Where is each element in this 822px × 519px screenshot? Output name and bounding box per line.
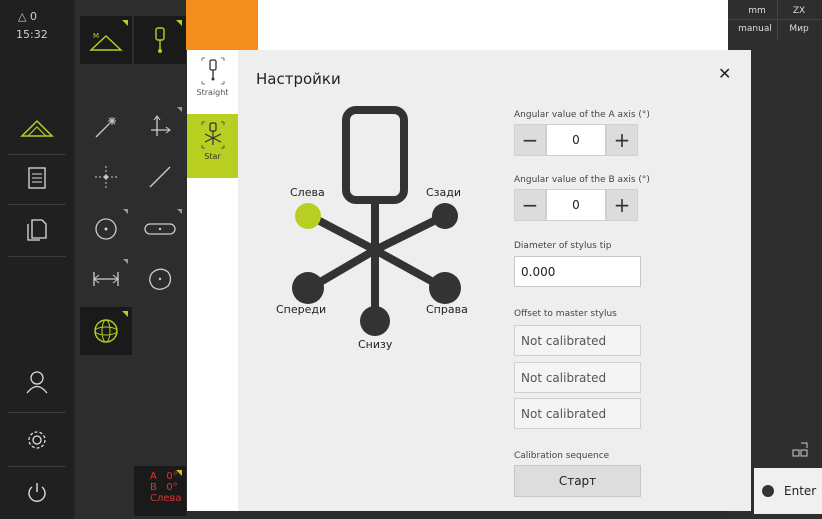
copy-icon[interactable] — [17, 210, 57, 250]
user-icon[interactable] — [17, 362, 57, 402]
angle-a-label: Angular value of the A axis (°) — [514, 110, 650, 120]
label-right: Справа — [426, 303, 468, 316]
start-button[interactable]: Старт — [514, 465, 641, 497]
plus-circle-icon — [762, 485, 774, 497]
measure-icon[interactable] — [17, 108, 57, 148]
stylus-tip-front[interactable] — [292, 272, 324, 304]
circle-tool[interactable] — [80, 205, 132, 253]
layout-toggle-icon[interactable] — [780, 436, 820, 464]
stylus-tip-left[interactable] — [295, 203, 321, 229]
line-tool[interactable] — [134, 153, 186, 201]
label-bottom: Снизу — [358, 338, 393, 351]
tab-straight[interactable]: Straight — [187, 50, 238, 114]
star-stylus-diagram — [292, 106, 461, 336]
blob-tool[interactable] — [134, 255, 186, 303]
label-front: Спереди — [276, 303, 327, 316]
enter-button[interactable]: Enter — [754, 468, 822, 514]
workspace-header — [258, 0, 728, 50]
delta-icon: △ — [18, 10, 27, 23]
angle-b-value[interactable]: 0 — [546, 189, 606, 221]
settings-dialog: Настройки ✕ Слева Сзади Спереди Справа С… — [238, 50, 751, 511]
angle-b-increment[interactable]: + — [606, 189, 638, 221]
sparkle-tool[interactable] — [80, 103, 132, 151]
tab-star[interactable]: Star — [187, 114, 238, 178]
calibration-label: Calibration sequence — [514, 451, 610, 461]
workspace-header-accent — [186, 0, 258, 50]
plane-label[interactable]: ZX — [780, 6, 818, 16]
delta-readout: △ 0 — [18, 10, 37, 23]
clock: 15:32 — [16, 28, 48, 41]
stylus-status[interactable]: A 0° B 0° Слева — [134, 466, 186, 516]
settings-icon[interactable] — [17, 420, 57, 460]
angle-b-decrement[interactable]: − — [514, 189, 546, 221]
svg-text:M: M — [93, 32, 99, 40]
diameter-input[interactable]: 0.000 — [514, 256, 641, 287]
slot-tool[interactable] — [134, 205, 186, 253]
diameter-label: Diameter of stylus tip — [514, 241, 612, 251]
offset-y-field: Not calibrated — [514, 362, 641, 393]
angle-a-increment[interactable]: + — [606, 124, 638, 156]
tool-palette: M A 0° B 0° Слева — [76, 0, 186, 519]
auto-measure-tool[interactable]: M — [80, 16, 132, 64]
stylus-tip-bottom[interactable] — [360, 306, 390, 336]
stylus-tip-back[interactable] — [432, 203, 458, 229]
stylus-type-tabs: Straight Star — [187, 50, 238, 511]
label-back: Сзади — [426, 186, 462, 199]
distance-tool[interactable] — [80, 255, 132, 303]
point-tool[interactable] — [80, 153, 132, 201]
angle-b-label: Angular value of the B axis (°) — [514, 175, 650, 185]
sphere-tool[interactable] — [80, 307, 132, 355]
angle-a-decrement[interactable]: − — [514, 124, 546, 156]
offset-x-field: Not calibrated — [514, 325, 641, 356]
document-icon[interactable] — [17, 158, 57, 198]
probe-tool[interactable] — [134, 16, 186, 64]
label-left: Слева — [290, 186, 325, 199]
angle-a-stepper: − 0 + — [514, 124, 638, 156]
angle-b-stepper: − 0 + — [514, 189, 638, 221]
angle-mode[interactable]: manual — [734, 24, 776, 34]
unit-length[interactable]: mm — [740, 6, 774, 16]
axis-tool[interactable] — [134, 103, 186, 151]
coord-system[interactable]: Мир — [780, 24, 818, 34]
angle-a-value[interactable]: 0 — [546, 124, 606, 156]
close-icon[interactable]: ✕ — [718, 64, 731, 83]
stylus-tip-right[interactable] — [429, 272, 461, 304]
power-icon[interactable] — [17, 472, 57, 512]
offset-label: Offset to master stylus — [514, 309, 617, 319]
left-sidebar: △ 0 15:32 — [0, 0, 74, 519]
offset-z-field: Not calibrated — [514, 398, 641, 429]
